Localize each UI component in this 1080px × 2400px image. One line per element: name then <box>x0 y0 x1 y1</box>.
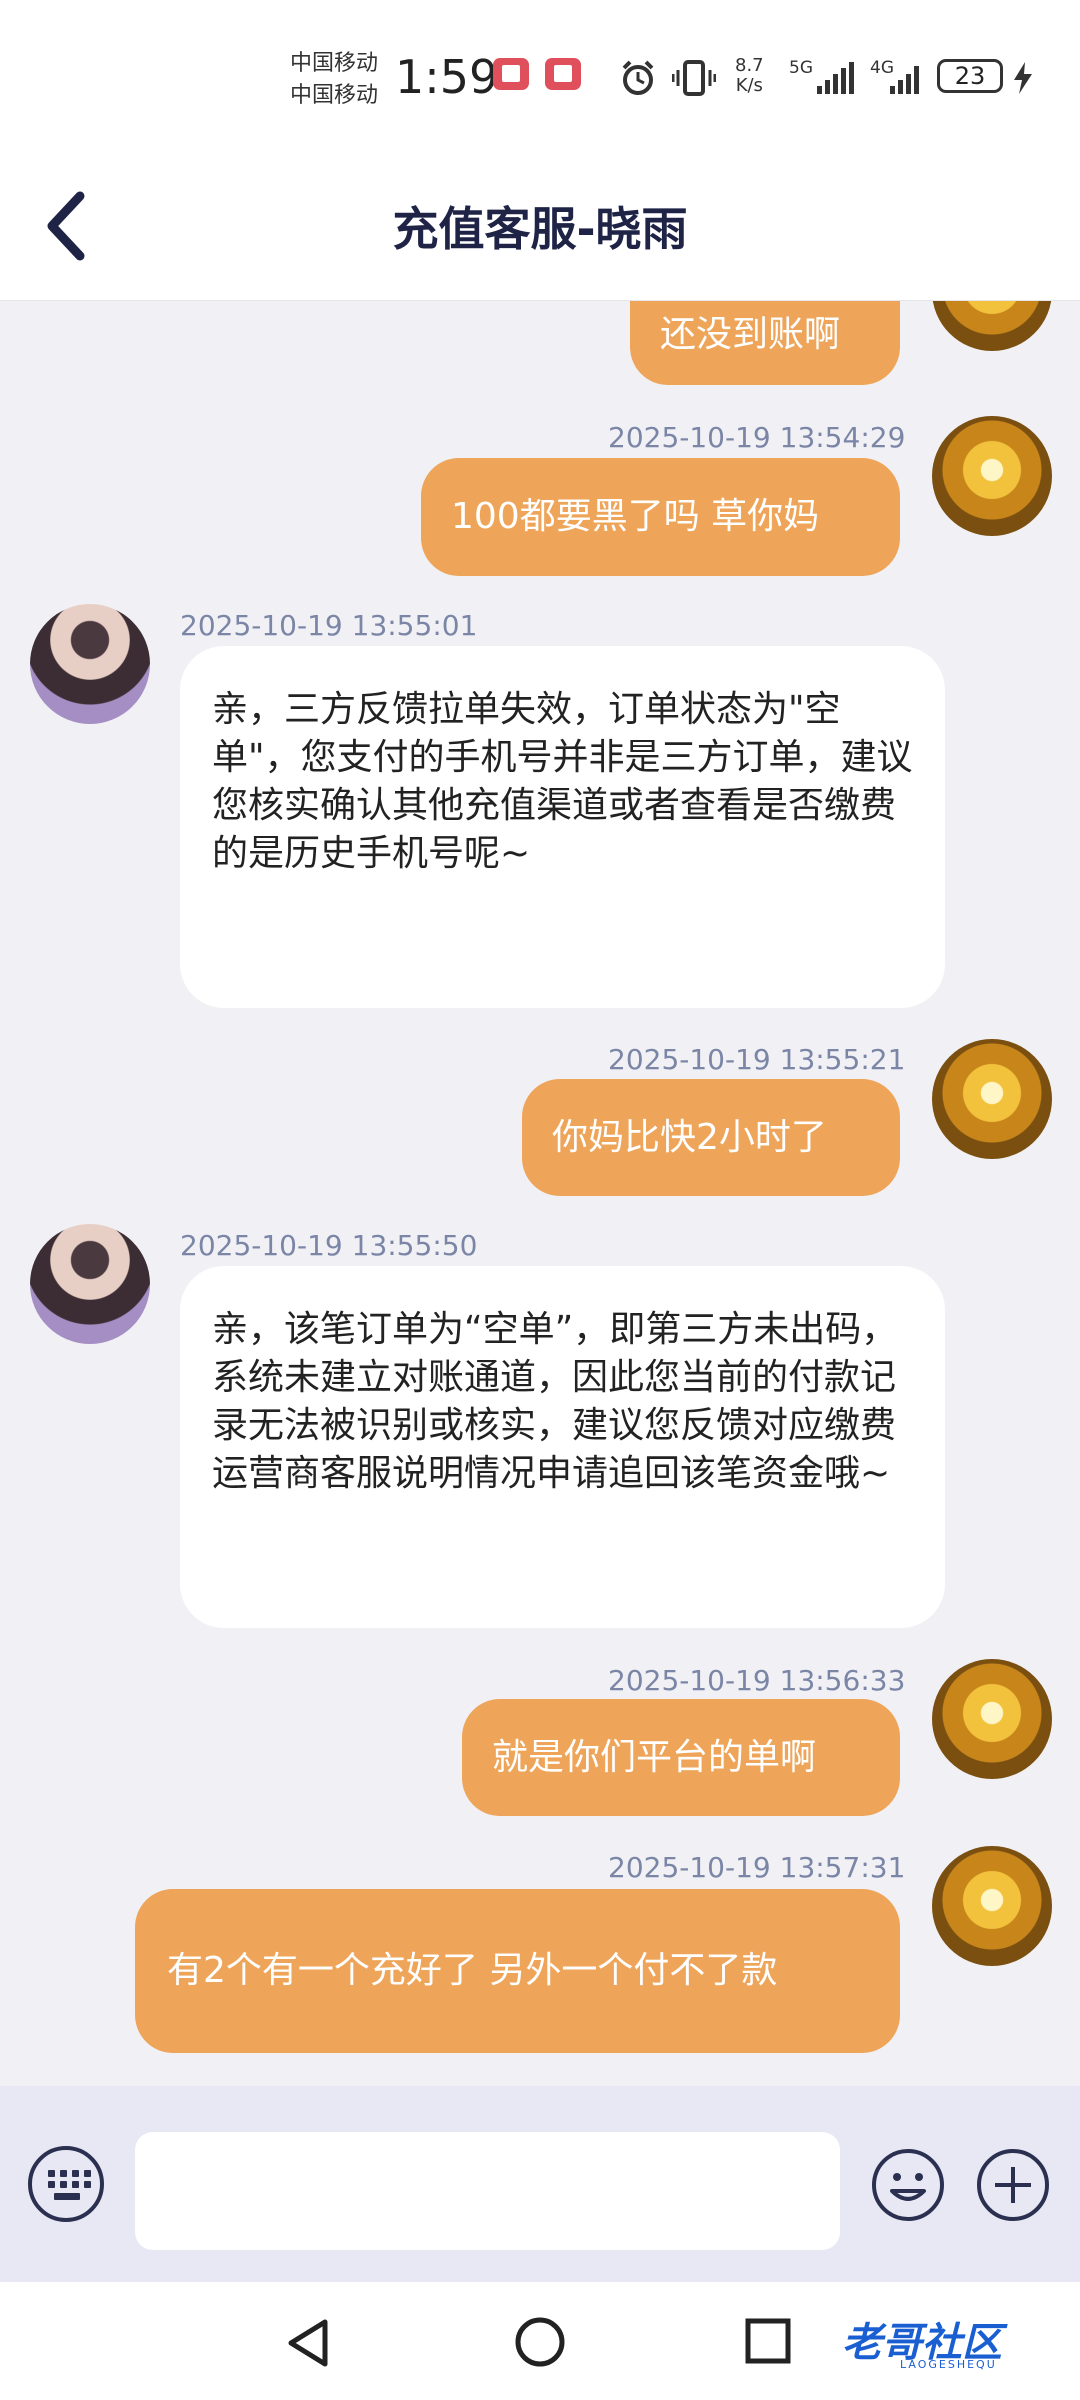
chat-header: 充值客服-晓雨 <box>0 150 1080 301</box>
message-timestamp: 2025-10-19 13:55:01 <box>180 609 478 642</box>
signal-icon <box>890 66 919 94</box>
network-speed: 8.7 K/s <box>735 56 764 96</box>
status-bar: 中国移动 中国移动 1:59 8.7 K/s 5G 4G 23 <box>0 0 1080 150</box>
vibrate-icon <box>672 60 716 96</box>
page-title: 充值客服-晓雨 <box>392 202 688 256</box>
message-text: 就是你们平台的单啊 <box>492 1736 817 1778</box>
message-timestamp: 2025-10-19 13:55:21 <box>608 1043 906 1076</box>
network-type-1: 5G <box>789 58 813 78</box>
notification-icon <box>493 58 529 90</box>
agent-avatar[interactable] <box>30 604 150 724</box>
speed-unit: K/s <box>735 75 763 96</box>
message-text: 有2个有一个充好了 另外一个付不了款 <box>167 1950 778 1991</box>
message-timestamp: 2025-10-19 13:57:31 <box>608 1851 906 1884</box>
user-avatar[interactable] <box>932 301 1052 351</box>
message-list[interactable]: 还没到账啊 2025-10-19 13:54:29 100都要黑了吗 草你妈 2… <box>0 301 1080 2086</box>
plus-icon[interactable] <box>975 2147 1051 2223</box>
user-avatar[interactable] <box>932 416 1052 536</box>
watermark-sub: LAOGESHEQU <box>900 2358 997 2371</box>
nav-back-icon[interactable] <box>283 2316 333 2370</box>
charging-icon <box>1014 62 1032 94</box>
message-input[interactable] <box>135 2132 840 2250</box>
message-bubble-in[interactable]: 亲，该笔订单为“空单”，即第三方未出码，系统未建立对账通道，因此您当前的付款记录… <box>180 1266 945 1628</box>
message-text: 你妈比快2小时了 <box>552 1116 827 1158</box>
signal-icon <box>817 62 854 94</box>
message-bubble-out[interactable]: 有2个有一个充好了 另外一个付不了款 <box>135 1889 900 2053</box>
message-text: 亲，三方反馈拉单失效，订单状态为"空单"，您支付的手机号并非是三方订单，建议您核… <box>212 689 913 874</box>
system-nav-bar: 老哥社区 LAOGESHEQU <box>0 2282 1080 2400</box>
nav-recents-icon[interactable] <box>743 2316 793 2366</box>
message-bubble-out[interactable]: 还没到账啊 <box>630 301 900 385</box>
speed-value: 8.7 <box>735 55 764 76</box>
alarm-icon <box>622 60 654 95</box>
agent-avatar[interactable] <box>30 1224 150 1344</box>
user-avatar[interactable] <box>932 1659 1052 1779</box>
carrier-1: 中国移动 <box>290 51 379 76</box>
emoji-icon[interactable] <box>870 2147 946 2223</box>
user-avatar[interactable] <box>932 1846 1052 1966</box>
message-text: 还没到账啊 <box>660 314 841 355</box>
message-bubble-out[interactable]: 就是你们平台的单啊 <box>462 1699 900 1816</box>
message-text: 100都要黑了吗 草你妈 <box>451 496 820 537</box>
message-text: 亲，该笔订单为“空单”，即第三方未出码，系统未建立对账通道，因此您当前的付款记录… <box>212 1309 898 1494</box>
notification-icon <box>545 58 581 90</box>
input-bar <box>0 2086 1080 2282</box>
carrier-info: 中国移动 中国移动 <box>290 48 378 112</box>
keyboard-icon[interactable] <box>28 2146 104 2222</box>
message-timestamp: 2025-10-19 13:56:33 <box>608 1664 906 1697</box>
carrier-2: 中国移动 <box>290 83 379 108</box>
message-bubble-out[interactable]: 100都要黑了吗 草你妈 <box>421 458 900 576</box>
status-time: 1:59 <box>395 50 499 104</box>
message-bubble-out[interactable]: 你妈比快2小时了 <box>522 1079 900 1196</box>
battery-level: 23 <box>937 59 1003 93</box>
nav-home-icon[interactable] <box>513 2315 567 2369</box>
message-timestamp: 2025-10-19 13:55:50 <box>180 1229 478 1262</box>
message-bubble-in[interactable]: 亲，三方反馈拉单失效，订单状态为"空单"，您支付的手机号并非是三方订单，建议您核… <box>180 646 945 1008</box>
message-timestamp: 2025-10-19 13:54:29 <box>608 421 906 454</box>
user-avatar[interactable] <box>932 1039 1052 1159</box>
